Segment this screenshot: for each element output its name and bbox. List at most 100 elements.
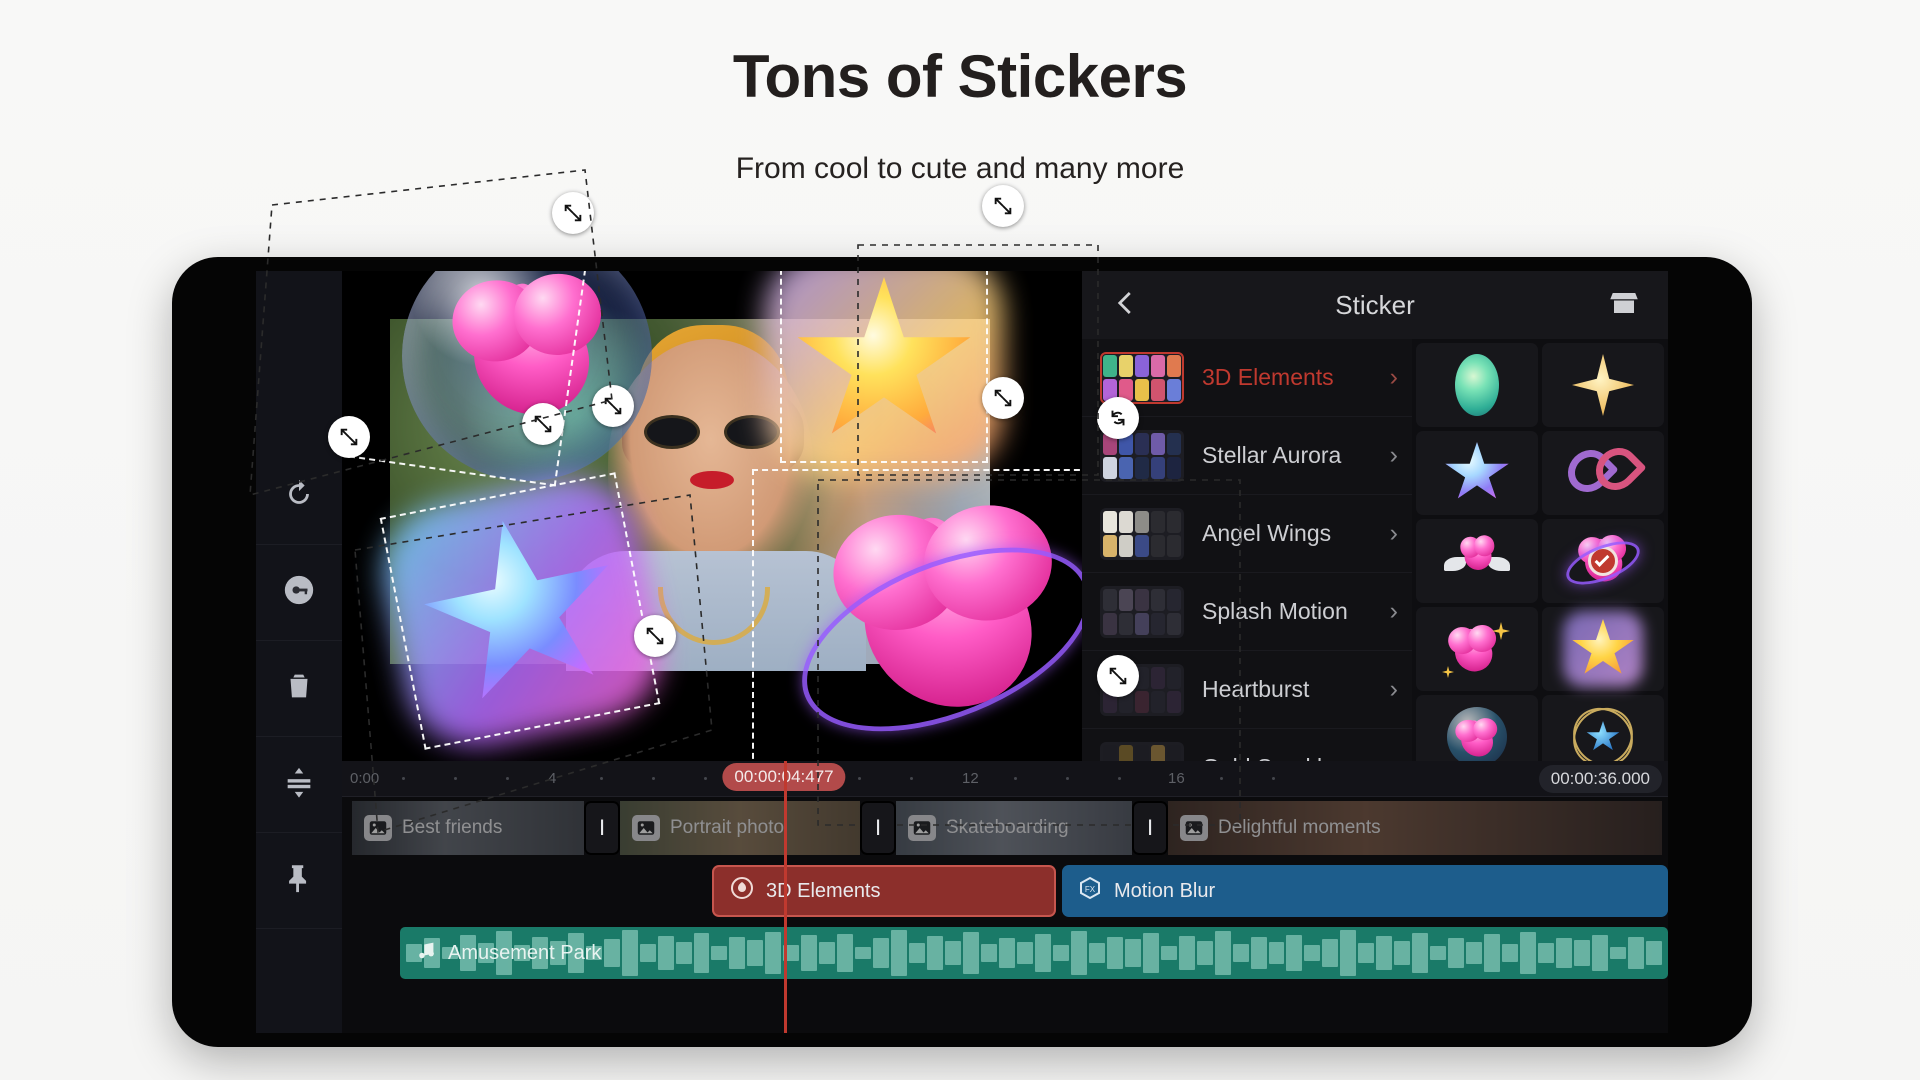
video-preview[interactable]: [342, 271, 1082, 761]
resize-arrow-icon: [1109, 667, 1127, 685]
keyframe-button[interactable]: [256, 545, 342, 641]
category-label: Angel Wings: [1202, 520, 1332, 546]
fx-clip-3d-elements[interactable]: 3D Elements: [712, 865, 1056, 917]
photo-lips: [690, 471, 734, 489]
timeline-clip-skateboarding[interactable]: Skateboarding: [896, 801, 1132, 855]
resize-handle-heart-tl[interactable]: [552, 192, 594, 234]
category-label: 3D Elements: [1202, 364, 1334, 390]
resize-handle-star-br[interactable]: [982, 377, 1024, 419]
transition-button-3[interactable]: I: [1132, 801, 1168, 855]
phone-mockup: Sticker 3D Elements › Stellar Aurora › A…: [172, 185, 1752, 1047]
clip-label: Portrait photo: [620, 815, 784, 841]
clip-label: Delightful moments: [1168, 815, 1381, 841]
fx-icon: FX: [1078, 876, 1102, 906]
transition-button-2[interactable]: I: [860, 801, 896, 855]
resize-arrow-icon: [994, 389, 1012, 407]
sticker-item-double-heart-outline[interactable]: [1542, 431, 1664, 515]
chevron-left-icon: [1111, 288, 1141, 323]
sticker-grid[interactable]: [1412, 339, 1668, 779]
clip-name: Skateboarding: [946, 817, 1069, 838]
fx-clip-motion-blur[interactable]: FX Motion Blur: [1062, 865, 1668, 917]
timeline[interactable]: 0:00 4 8 12 16 00:00:04:477 00:00:36.000: [342, 761, 1668, 1033]
sticker-category-splash-motion[interactable]: Splash Motion ›: [1082, 573, 1412, 651]
resize-handle-star-left-br[interactable]: [634, 615, 676, 657]
sticker-panel-title: Sticker: [1335, 289, 1415, 320]
audio-clip-label: Amusement Park: [416, 939, 601, 967]
clip-label: Best friends: [352, 815, 502, 841]
app-screen: Sticker 3D Elements › Stellar Aurora › A…: [256, 271, 1668, 1033]
rotate-arrow-icon: [1111, 410, 1125, 426]
sticker-item-gold-sparkle[interactable]: [1542, 343, 1664, 427]
sticker-panel-header: Sticker: [1082, 271, 1668, 339]
transition-button-1[interactable]: I: [584, 801, 620, 855]
resize-handle-star-left-tl[interactable]: [592, 385, 634, 427]
image-icon: [364, 815, 392, 841]
sticker-panel: Sticker 3D Elements › Stellar Aurora › A…: [1082, 271, 1668, 779]
store-icon: [1609, 288, 1639, 323]
resize-handle-star-left-tr[interactable]: [522, 403, 564, 445]
left-toolbar: [256, 271, 342, 1033]
chevron-right-icon: ›: [1390, 753, 1398, 761]
chevron-right-icon: ›: [1389, 363, 1398, 391]
layer-order-button[interactable]: [256, 737, 342, 833]
image-icon: [1180, 815, 1208, 841]
ruler-tick-12: 12: [962, 770, 979, 787]
selection-box-heart: [342, 271, 598, 487]
clip-name: Portrait photo: [670, 817, 785, 838]
ruler-tick-0: 0:00: [350, 770, 380, 787]
pin-button[interactable]: [256, 833, 342, 929]
category-label: Splash Motion: [1202, 598, 1348, 624]
sticker-item-check-heart-orbit[interactable]: [1542, 519, 1664, 603]
image-icon: [632, 815, 660, 841]
back-button[interactable]: [1106, 285, 1146, 325]
timeline-clip-delightful-moments[interactable]: Delightful moments: [1168, 801, 1662, 855]
music-note-icon: [416, 939, 438, 967]
sticker-item-winged-heart[interactable]: [1416, 519, 1538, 603]
selection-box-star-top: [780, 271, 988, 463]
ruler-tick-16: 16: [1168, 770, 1185, 787]
promo-page: Tons of Stickers From cool to cute and m…: [0, 0, 1920, 1080]
svg-text:FX: FX: [1085, 885, 1096, 894]
rotate-handle-orbit-heart[interactable]: [1097, 397, 1139, 439]
sticker-item-sparkle-heart[interactable]: [1416, 607, 1538, 691]
total-duration-badge: 00:00:36.000: [1538, 765, 1662, 793]
timeline-ruler[interactable]: 0:00 4 8 12 16 00:00:04:477 00:00:36.000: [342, 761, 1668, 797]
resize-handle-star-top[interactable]: [982, 185, 1024, 227]
image-icon: [908, 815, 936, 841]
resize-arrow-icon: [646, 627, 664, 645]
page-title: Tons of Stickers: [732, 43, 1188, 110]
page-subtitle: From cool to cute and many more: [735, 152, 1185, 185]
category-thumbnail: [1100, 507, 1184, 560]
photo-sunglasses: [642, 415, 782, 449]
store-button[interactable]: [1604, 285, 1644, 325]
sticker-icon: [730, 876, 754, 906]
delete-button[interactable]: [256, 641, 342, 737]
ruler-tick-4: 4: [548, 770, 557, 787]
chevron-right-icon: ›: [1389, 441, 1398, 469]
sticker-item-gem-oval[interactable]: [1416, 343, 1538, 427]
chevron-right-icon: ›: [1389, 675, 1398, 703]
resize-arrow-icon: [340, 428, 358, 446]
playhead[interactable]: [784, 761, 787, 1033]
audio-clip-name: Amusement Park: [448, 941, 602, 964]
selection-box-star-left: [379, 472, 661, 750]
chevron-right-icon: ›: [1389, 519, 1398, 547]
sticker-item-gold-star-glow[interactable]: [1542, 607, 1664, 691]
rotate-handle-heart[interactable]: [328, 416, 370, 458]
clip-name: Best friends: [402, 817, 503, 838]
layer-order-icon: [282, 765, 316, 804]
selection-box-orbit-heart: [752, 469, 1082, 761]
sticker-panel-body: 3D Elements › Stellar Aurora › Angel Win…: [1082, 339, 1668, 779]
sticker-item-holo-star[interactable]: [1416, 431, 1538, 515]
timeline-clip-best-friends[interactable]: Best friends: [352, 801, 584, 855]
rotate-button[interactable]: [256, 449, 342, 545]
sticker-category-gold-sparkles[interactable]: Gold Sparkles ›: [1082, 729, 1412, 761]
transition-icon: I: [874, 815, 882, 840]
fx-clip-label: Motion Blur: [1114, 879, 1216, 902]
effect-track[interactable]: 3D Elements FX Motion Blur: [342, 865, 1668, 917]
timeline-clip-portrait-photo[interactable]: Portrait photo: [620, 801, 860, 855]
sticker-category-angel-wings[interactable]: Angel Wings ›: [1082, 495, 1412, 573]
resize-handle-orbit-heart-br[interactable]: [1097, 655, 1139, 697]
audio-track[interactable]: Amusement Park: [400, 927, 1668, 979]
video-track[interactable]: Best friends I Portrait photo I Skateboa…: [352, 801, 1662, 855]
